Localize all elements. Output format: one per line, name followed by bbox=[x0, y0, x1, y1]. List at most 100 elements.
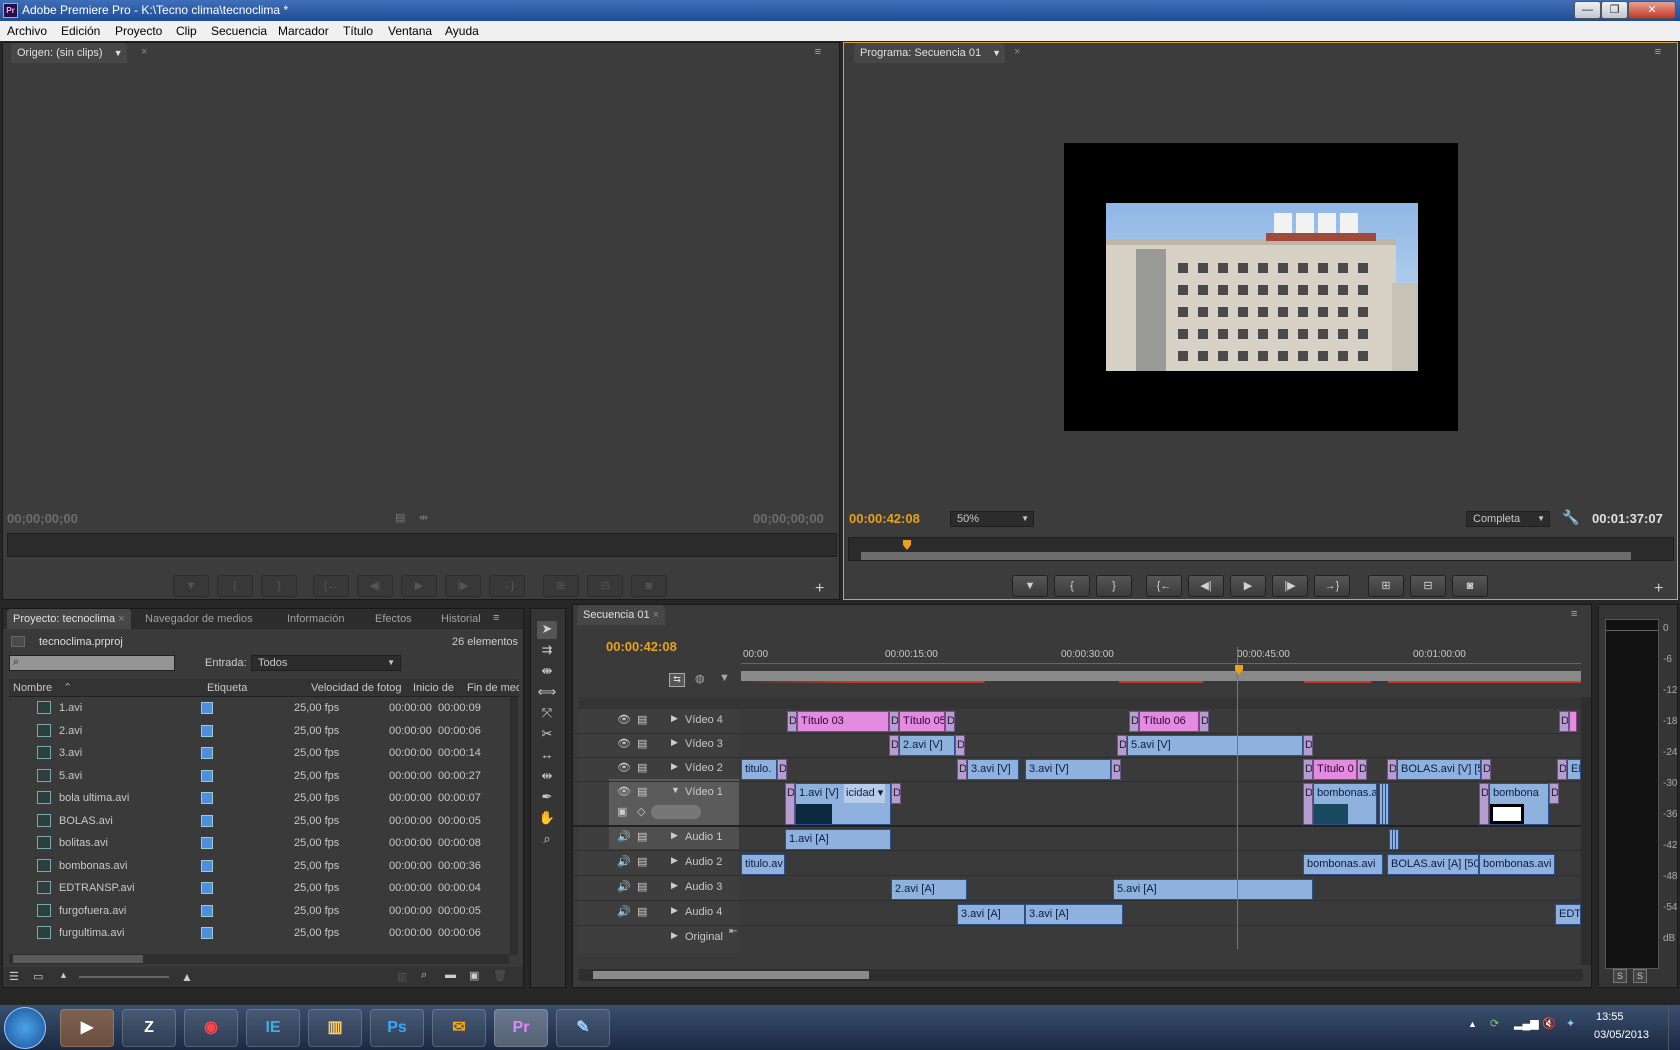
menu-ayuda[interactable]: Ayuda bbox=[445, 24, 479, 38]
label-color-swatch[interactable] bbox=[201, 927, 213, 939]
label-color-swatch[interactable] bbox=[201, 769, 213, 782]
clip-titulo-05[interactable]: Título 05 bbox=[899, 711, 945, 732]
go-to-out-button[interactable]: →} bbox=[1314, 575, 1350, 597]
solo-right-button[interactable]: S bbox=[1633, 969, 1647, 983]
tray-signal-icon[interactable]: ▂▄▆ bbox=[1514, 1017, 1539, 1030]
clip-1avi-a[interactable]: 1.avi [A] bbox=[785, 829, 891, 850]
automate-icon[interactable]: ▥ bbox=[397, 970, 407, 983]
settings-wrench-icon[interactable]: 🔧 bbox=[1562, 509, 1579, 526]
playhead-marker[interactable] bbox=[903, 540, 911, 550]
tab-media-browser[interactable]: Navegador de medios bbox=[139, 609, 259, 629]
clip-3avi-a-2[interactable]: 3.avi [A] bbox=[1025, 904, 1123, 925]
explorer-folder-icon[interactable]: ▥ bbox=[308, 1009, 362, 1047]
scroll-thumb[interactable] bbox=[13, 955, 143, 963]
list-item[interactable]: bombonas.avi 25,00 fps 00:00:00 00:00:36 bbox=[11, 855, 487, 877]
close-tab-icon[interactable]: × bbox=[141, 46, 147, 58]
project-vertical-scrollbar[interactable] bbox=[510, 697, 518, 955]
clip-edt-v[interactable]: EDT bbox=[1567, 759, 1581, 780]
keyframe-display-icon[interactable]: ▣ bbox=[617, 805, 627, 818]
clip-bolas-v[interactable]: BOLAS.avi [V] [5 bbox=[1397, 759, 1481, 780]
add-button-icon[interactable]: + bbox=[1654, 580, 1663, 598]
zoom-select[interactable]: 50% ▼ bbox=[950, 511, 1034, 527]
source-current-timecode[interactable]: 00;00;00;00 bbox=[7, 511, 78, 526]
tab-source[interactable]: Origen: (sin clips) ▼ bbox=[11, 43, 127, 63]
menu-clip[interactable]: Clip bbox=[176, 24, 197, 38]
col-media-end[interactable]: Fin de med bbox=[467, 682, 519, 694]
eye-icon[interactable]: 👁 bbox=[617, 737, 631, 750]
close-window-button[interactable]: ✕ bbox=[1628, 1, 1676, 19]
clip-5avi-v[interactable]: 5.avi [V] bbox=[1127, 735, 1303, 756]
marker-icon[interactable]: ▼ bbox=[719, 672, 730, 684]
clip-bombona-v[interactable]: bombona bbox=[1489, 783, 1549, 825]
clip-3avi-v[interactable]: 3.avi [V] bbox=[967, 759, 1019, 780]
lock-toggle-icon[interactable]: ▤ bbox=[637, 905, 647, 918]
entrada-select[interactable]: Todos ▼ bbox=[251, 655, 401, 671]
export-frame-button[interactable]: ◙ bbox=[1452, 575, 1488, 597]
clip-3avi-a[interactable]: 3.avi [A] bbox=[957, 904, 1025, 925]
clip-2avi-a[interactable]: 2.avi [A] bbox=[891, 879, 967, 900]
program-time-ruler[interactable] bbox=[848, 537, 1674, 561]
mark-in-button[interactable]: { bbox=[1054, 575, 1090, 597]
expand-triangle-icon[interactable]: ▶ bbox=[671, 830, 678, 841]
new-bin-icon[interactable]: ▬ bbox=[445, 969, 456, 981]
label-color-swatch[interactable] bbox=[201, 837, 213, 849]
show-hidden-icons[interactable]: ▲ bbox=[1468, 1019, 1477, 1029]
clip-3avi-v-2[interactable]: 3.avi [V] bbox=[1025, 759, 1111, 780]
expand-triangle-icon[interactable]: ▶ bbox=[671, 761, 678, 772]
tray-network-sync-icon[interactable]: ⟳ bbox=[1490, 1017, 1499, 1030]
step-back-button[interactable]: ◀| bbox=[357, 575, 393, 597]
clip-titulo-a[interactable]: titulo.av bbox=[741, 854, 785, 875]
marker-button[interactable]: ▼ bbox=[173, 575, 209, 597]
step-forward-button[interactable]: |▶ bbox=[1272, 575, 1308, 597]
premiere-taskbar-icon[interactable]: Pr bbox=[494, 1009, 548, 1047]
label-color-swatch[interactable] bbox=[201, 724, 213, 737]
eye-icon[interactable]: 👁 bbox=[617, 785, 631, 798]
expand-triangle-icon[interactable]: ▶ bbox=[671, 737, 678, 748]
slip-tool-icon[interactable]: ↔ bbox=[537, 747, 557, 765]
lock-toggle-icon[interactable]: ▤ bbox=[637, 761, 647, 774]
chrome-icon[interactable]: ◉ bbox=[184, 1009, 238, 1047]
menu-ventana[interactable]: Ventana bbox=[388, 24, 432, 38]
menu-proyecto[interactable]: Proyecto bbox=[115, 24, 162, 38]
razor-tool-icon[interactable]: ✂ bbox=[537, 726, 557, 744]
clip-short-a[interactable] bbox=[1389, 829, 1399, 850]
go-to-in-button[interactable]: {← bbox=[1146, 575, 1182, 597]
clip-bombonas-v[interactable]: bombonas.a bbox=[1313, 783, 1377, 825]
lock-toggle-icon[interactable]: ▤ bbox=[637, 830, 647, 843]
tab-sequence[interactable]: Secuencia 01 × bbox=[577, 605, 666, 625]
sequence-timecode[interactable]: 00:00:42:08 bbox=[606, 639, 677, 654]
paint-icon[interactable]: ✎ bbox=[556, 1009, 610, 1047]
zoom-scrollbar[interactable] bbox=[861, 552, 1631, 560]
panel-menu-icon[interactable]: ≡ bbox=[1655, 46, 1661, 58]
rolling-edit-tool-icon[interactable]: ⟺ bbox=[537, 684, 557, 702]
expand-triangle-icon[interactable]: ▶ bbox=[671, 880, 678, 891]
outlook-icon[interactable]: ✉ bbox=[432, 1009, 486, 1047]
effect-opacity-dropdown[interactable]: icidad ▾ bbox=[844, 784, 886, 803]
tab-program[interactable]: Programa: Secuencia 01 ▼ bbox=[854, 43, 1006, 63]
list-view-icon[interactable]: ☰ bbox=[9, 970, 19, 983]
clip-titulo-06[interactable]: Título 06 bbox=[1139, 711, 1199, 732]
zoom-out-icon[interactable]: ▲ bbox=[59, 970, 68, 980]
menu-secuencia[interactable]: Secuencia bbox=[211, 24, 267, 38]
panel-menu-icon[interactable]: ≡ bbox=[493, 612, 499, 624]
clip-bombonas-a-2[interactable]: bombonas.avi bbox=[1479, 854, 1555, 875]
selection-tool-icon[interactable]: ➤ bbox=[537, 621, 557, 639]
lock-toggle-icon[interactable]: ▤ bbox=[637, 880, 647, 893]
ie-icon[interactable]: IE bbox=[246, 1009, 300, 1047]
panel-menu-icon[interactable]: ≡ bbox=[1571, 608, 1577, 620]
label-color-swatch[interactable] bbox=[201, 702, 213, 714]
dropdown-arrow-icon[interactable]: ▼ bbox=[114, 43, 123, 63]
clip-titulo-03[interactable]: Título 03 bbox=[797, 711, 889, 732]
minimize-button[interactable]: — bbox=[1574, 1, 1601, 19]
expand-triangle-icon[interactable]: ▶ bbox=[671, 713, 678, 724]
start-button[interactable] bbox=[4, 1007, 46, 1049]
col-label[interactable]: Etiqueta bbox=[207, 682, 247, 694]
menu-archivo[interactable]: Archivo bbox=[7, 24, 47, 38]
zoom-slider[interactable] bbox=[79, 976, 169, 978]
zoom-in-icon[interactable]: ▲ bbox=[181, 970, 193, 984]
mark-out-button[interactable]: } bbox=[261, 575, 297, 597]
keyframe-icon[interactable]: ◇ bbox=[637, 805, 645, 818]
safe-margins-icon[interactable]: ▤ bbox=[395, 511, 405, 524]
tray-volume-icon[interactable]: 🔇 bbox=[1542, 1017, 1556, 1030]
speaker-icon[interactable]: 🔊 bbox=[617, 855, 631, 868]
